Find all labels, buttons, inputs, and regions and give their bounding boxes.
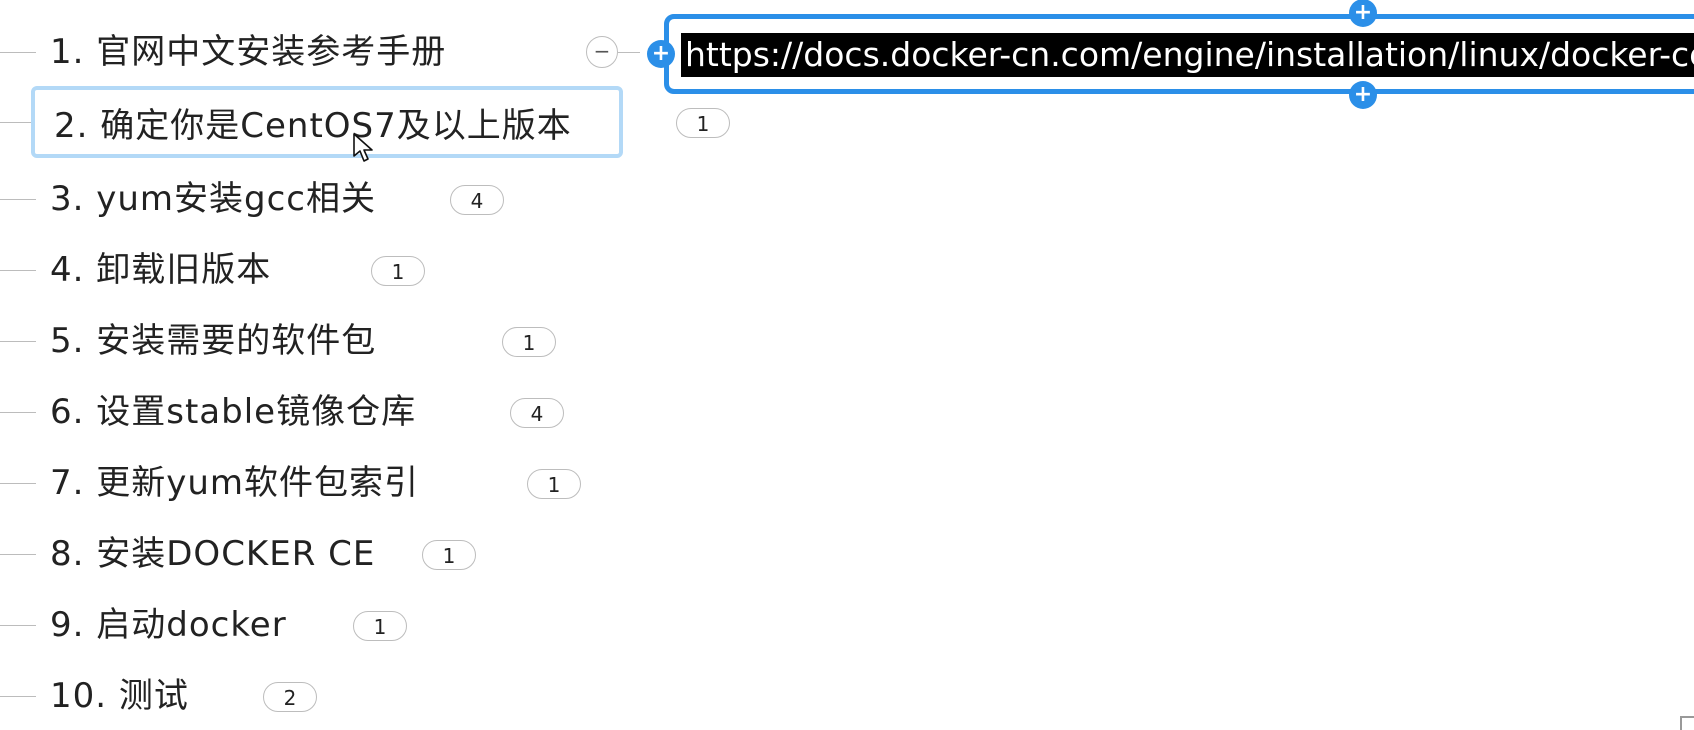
topic-row-6: 6. 设置stable镜像仓库 4 <box>0 382 700 442</box>
child-count-badge[interactable]: 1 <box>502 327 556 357</box>
branch-connector <box>0 483 36 484</box>
branch-connector <box>0 554 36 555</box>
branch-connector <box>0 199 36 200</box>
add-left-handle-icon[interactable]: + <box>647 40 675 68</box>
collapse-button[interactable]: − <box>586 36 618 68</box>
child-count-badge[interactable]: 1 <box>527 469 581 499</box>
branch-connector <box>0 625 36 626</box>
topic-row-2: 2. 确定你是CentOS7及以上版本 1 <box>0 86 730 158</box>
topic-1[interactable]: 1. 官网中文安装参考手册 <box>50 22 446 82</box>
url-text-input[interactable]: https://docs.docker-cn.com/engine/instal… <box>681 33 1694 77</box>
branch-connector <box>0 412 36 413</box>
child-count-badge[interactable]: 1 <box>353 611 407 641</box>
resize-corner-icon <box>1680 716 1694 730</box>
add-top-handle-icon[interactable]: + <box>1349 0 1377 27</box>
topic-row-8: 8. 安装DOCKER CE 1 <box>0 524 700 584</box>
topic-row-7: 7. 更新yum软件包索引 1 <box>0 453 700 513</box>
link-connector <box>618 52 640 53</box>
topic-3[interactable]: 3. yum安装gcc相关 <box>50 169 376 229</box>
topic-9[interactable]: 9. 启动docker <box>50 595 287 655</box>
branch-connector <box>0 52 36 53</box>
child-count-badge[interactable]: 1 <box>422 540 476 570</box>
topic-2-selected[interactable]: 2. 确定你是CentOS7及以上版本 <box>31 86 623 158</box>
topic-5[interactable]: 5. 安装需要的软件包 <box>50 311 376 371</box>
branch-connector <box>0 696 36 697</box>
topic-row-10: 10. 测试 2 <box>0 666 700 726</box>
mind-map-canvas: 1. 官网中文安装参考手册 − + + + https://docs.docke… <box>0 0 1694 730</box>
topic-6[interactable]: 6. 设置stable镜像仓库 <box>50 382 416 442</box>
mouse-pointer-icon <box>353 133 373 162</box>
child-count-badge[interactable]: 2 <box>263 682 317 712</box>
branch-connector <box>0 270 36 271</box>
topic-10[interactable]: 10. 测试 <box>50 666 189 726</box>
branch-connector <box>0 341 36 342</box>
topic-row-5: 5. 安装需要的软件包 1 <box>0 311 700 371</box>
add-bottom-handle-icon[interactable]: + <box>1349 81 1377 109</box>
topic-7[interactable]: 7. 更新yum软件包索引 <box>50 453 419 513</box>
child-count-badge[interactable]: 4 <box>510 398 564 428</box>
topic-4[interactable]: 4. 卸载旧版本 <box>50 240 271 300</box>
topic-row-1: 1. 官网中文安装参考手册 − <box>0 22 700 82</box>
child-count-badge[interactable]: 4 <box>450 185 504 215</box>
topic-row-9: 9. 启动docker 1 <box>0 595 700 655</box>
link-node-editor[interactable]: + + + https://docs.docker-cn.com/engine/… <box>647 0 1694 109</box>
child-count-badge[interactable]: 1 <box>676 108 730 138</box>
child-count-badge[interactable]: 1 <box>371 256 425 286</box>
topic-8[interactable]: 8. 安装DOCKER CE <box>50 524 375 584</box>
topic-row-4: 4. 卸载旧版本 1 <box>0 240 700 300</box>
topic-row-3: 3. yum安装gcc相关 4 <box>0 169 700 229</box>
